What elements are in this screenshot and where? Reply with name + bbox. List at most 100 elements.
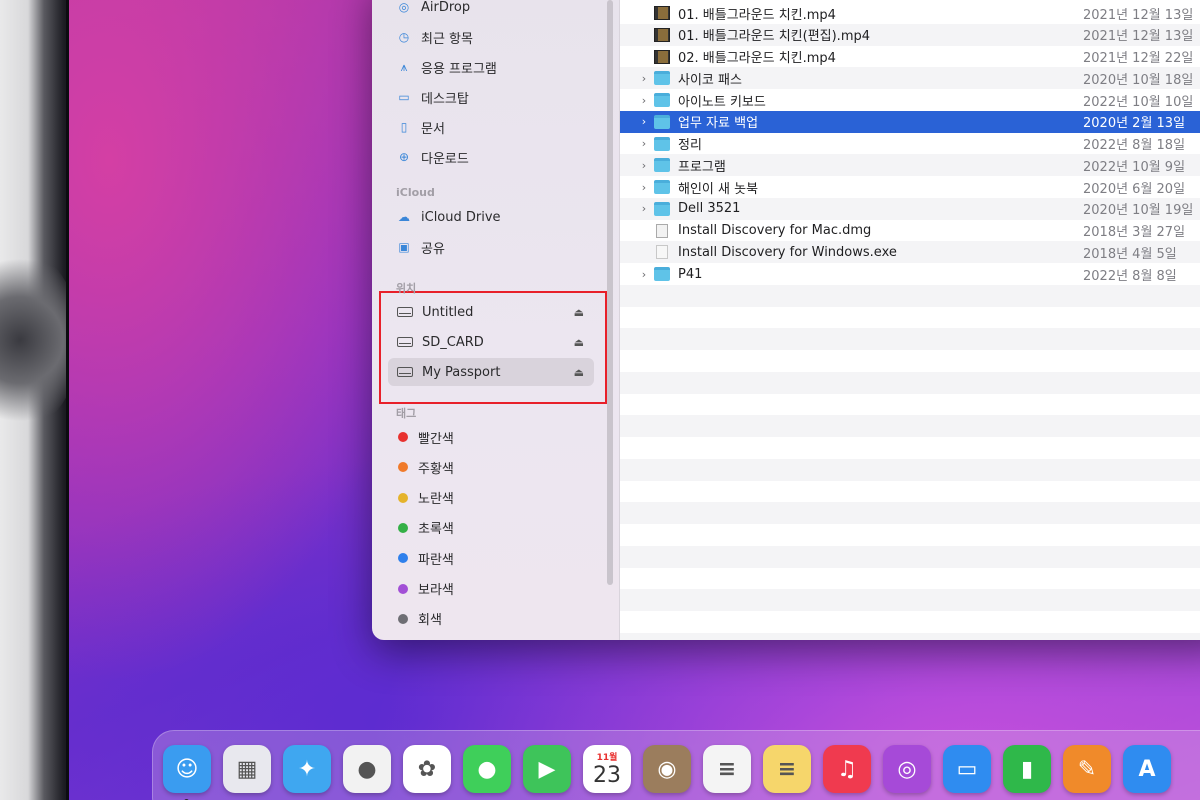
- location-item[interactable]: My Passport ⏏: [388, 358, 594, 386]
- tag-color-dot: [398, 492, 408, 503]
- disclosure-chevron-icon[interactable]: ›: [638, 137, 650, 150]
- tag-item[interactable]: 회색: [396, 607, 442, 631]
- app-store-app-icon[interactable]: A: [1123, 745, 1171, 793]
- messages-app-icon[interactable]: ●: [463, 745, 511, 793]
- file-row[interactable]: 01. 배틀그라운드 치킨.mp4 2021년 12월 13일: [620, 2, 1200, 24]
- exe-icon: [656, 245, 668, 260]
- reminders-app-icon[interactable]: ≡: [703, 745, 751, 793]
- tag-label: 주황색: [418, 461, 454, 477]
- file-row[interactable]: › 해인이 새 놋북 2020년 6월 20일: [620, 176, 1200, 198]
- folder-icon: [654, 136, 670, 151]
- location-item[interactable]: SD_CARD ⏏: [388, 328, 594, 356]
- keynote-app-icon[interactable]: ▭: [943, 745, 991, 793]
- notes-glyph: ≡: [777, 756, 797, 782]
- calendar-app-icon[interactable]: 11월 23: [583, 745, 631, 793]
- numbers-app-icon[interactable]: ▮: [1003, 745, 1051, 793]
- file-date: 2020년 2월 13일: [1083, 116, 1186, 132]
- finder-app-icon[interactable]: ☺: [163, 745, 211, 793]
- disclosure-chevron-icon[interactable]: ›: [638, 115, 650, 128]
- folder-icon: [654, 93, 670, 107]
- disclosure-chevron-icon[interactable]: ›: [638, 202, 650, 215]
- file-name: 02. 배틀그라운드 치킨.mp4: [678, 51, 836, 66]
- sidebar-item[interactable]: ▣ 공유: [396, 234, 445, 260]
- safari-app-icon[interactable]: ✦: [283, 745, 331, 793]
- contacts-app-icon[interactable]: ◉: [643, 745, 691, 793]
- tag-item[interactable]: 빨간색: [396, 425, 454, 449]
- file-row[interactable]: › 정리 2022년 8월 18일: [620, 133, 1200, 155]
- zebra-stripe: [620, 458, 1200, 481]
- music-app-icon[interactable]: ♫: [823, 745, 871, 793]
- file-row[interactable]: › 사이코 패스 2020년 10월 18일: [620, 67, 1200, 89]
- zebra-stripe: [620, 589, 1200, 612]
- file-name: P41: [678, 266, 703, 282]
- folder-icon: [654, 180, 670, 194]
- file-row[interactable]: › 프로그램 2022년 10월 9일: [620, 154, 1200, 176]
- section-header-icloud: iCloud: [396, 186, 435, 199]
- facetime-app-icon[interactable]: ▶: [523, 745, 571, 793]
- folder-icon: [654, 267, 670, 281]
- notes-app-icon[interactable]: ≡: [763, 745, 811, 793]
- tag-item[interactable]: 초록색: [396, 516, 454, 540]
- pages-app-icon[interactable]: ✎: [1063, 745, 1111, 793]
- file-row[interactable]: 01. 배틀그라운드 치킨(편집).mp4 2021년 12월 13일: [620, 24, 1200, 46]
- file-row[interactable]: › Dell 3521 2020년 10월 19일: [620, 198, 1200, 220]
- file-row[interactable]: › 업무 자료 백업 2020년 2월 13일: [620, 110, 1200, 133]
- file-date: 2021년 12월 22일: [1083, 51, 1194, 66]
- finder-glyph: ☺: [175, 756, 199, 782]
- sidebar-item[interactable]: ◷ 최근 항목: [396, 24, 473, 50]
- chrome-app-icon[interactable]: ●: [343, 745, 391, 793]
- eject-icon[interactable]: ⏏: [574, 336, 584, 349]
- disclosure-chevron-icon[interactable]: ›: [638, 72, 650, 85]
- file-row[interactable]: › 아이노트 키보드 2022년 10월 10일: [620, 89, 1200, 111]
- disclosure-chevron-icon[interactable]: ›: [638, 268, 650, 281]
- tag-color-dot: [398, 553, 408, 564]
- tag-label: 노란색: [418, 492, 454, 508]
- zebra-stripe: [620, 502, 1200, 525]
- document-icon: ▯: [400, 120, 408, 134]
- sidebar-item-label: 공유: [421, 241, 445, 257]
- disclosure-chevron-icon[interactable]: ›: [638, 181, 650, 194]
- file-name: Dell 3521: [678, 201, 741, 217]
- tag-item[interactable]: 보라색: [396, 577, 454, 601]
- file-row[interactable]: › P41 2022년 8월 8일: [620, 263, 1200, 285]
- file-date: 2022년 8월 18일: [1083, 138, 1186, 153]
- file-row[interactable]: Install Discovery for Windows.exe 2018년 4…: [620, 241, 1200, 263]
- sidebar-item-label: AirDrop: [421, 0, 471, 15]
- podcasts-app-icon[interactable]: ◎: [883, 745, 931, 793]
- photos-app-icon[interactable]: ✿: [403, 745, 451, 793]
- drive-icon: [397, 367, 413, 377]
- tag-item[interactable]: 노란색: [396, 486, 454, 510]
- eject-icon[interactable]: ⏏: [574, 306, 584, 319]
- drive-icon: [397, 307, 413, 317]
- tag-label: 빨간색: [418, 431, 454, 447]
- file-name: 업무 자료 백업: [678, 116, 759, 132]
- calendar-day: 23: [593, 763, 621, 788]
- location-label: My Passport: [422, 364, 501, 380]
- sidebar-item[interactable]: ▭ 데스크탑: [396, 84, 469, 110]
- file-name: 해인이 새 놋북: [678, 181, 759, 197]
- sidebar-item[interactable]: ◎ AirDrop: [396, 0, 470, 20]
- file-date: 2022년 10월 10일: [1083, 94, 1194, 110]
- keynote-glyph: ▭: [956, 756, 978, 782]
- disclosure-chevron-icon[interactable]: ›: [638, 159, 650, 172]
- sidebar-item[interactable]: ☁ iCloud Drive: [396, 204, 501, 230]
- folder-icon: [654, 158, 670, 173]
- sidebar-scrollbar[interactable]: [607, 0, 613, 585]
- location-label: SD_CARD: [422, 334, 484, 350]
- applications-icon: ⩚: [400, 59, 408, 74]
- file-row[interactable]: 02. 배틀그라운드 치킨.mp4 2021년 12월 22일: [620, 46, 1200, 68]
- clock-icon: ◷: [398, 30, 410, 44]
- tag-item[interactable]: 주황색: [396, 455, 454, 479]
- finder-window: ◎ AirDrop ◷ 최근 항목 ⩚ 응용 프로그램 ▭ 데스크탑 ▯ 문서 ⊕ 다운로드 iClou…: [372, 0, 1200, 640]
- sidebar-item[interactable]: ⊕ 다운로드: [396, 144, 469, 170]
- location-item[interactable]: Untitled ⏏: [388, 298, 594, 326]
- disclosure-chevron-icon[interactable]: ›: [638, 94, 650, 107]
- tag-color-dot: [398, 522, 408, 533]
- sidebar-item[interactable]: ⩚ 응용 프로그램: [396, 54, 497, 80]
- sidebar-item[interactable]: ▯ 문서: [396, 114, 445, 140]
- launchpad-app-icon[interactable]: ▦: [223, 745, 271, 793]
- file-name: 아이노트 키보드: [678, 94, 766, 110]
- tag-item[interactable]: 파란색: [396, 546, 454, 570]
- file-row[interactable]: Install Discovery for Mac.dmg 2018년 3월 27…: [620, 220, 1200, 242]
- eject-icon[interactable]: ⏏: [574, 366, 584, 379]
